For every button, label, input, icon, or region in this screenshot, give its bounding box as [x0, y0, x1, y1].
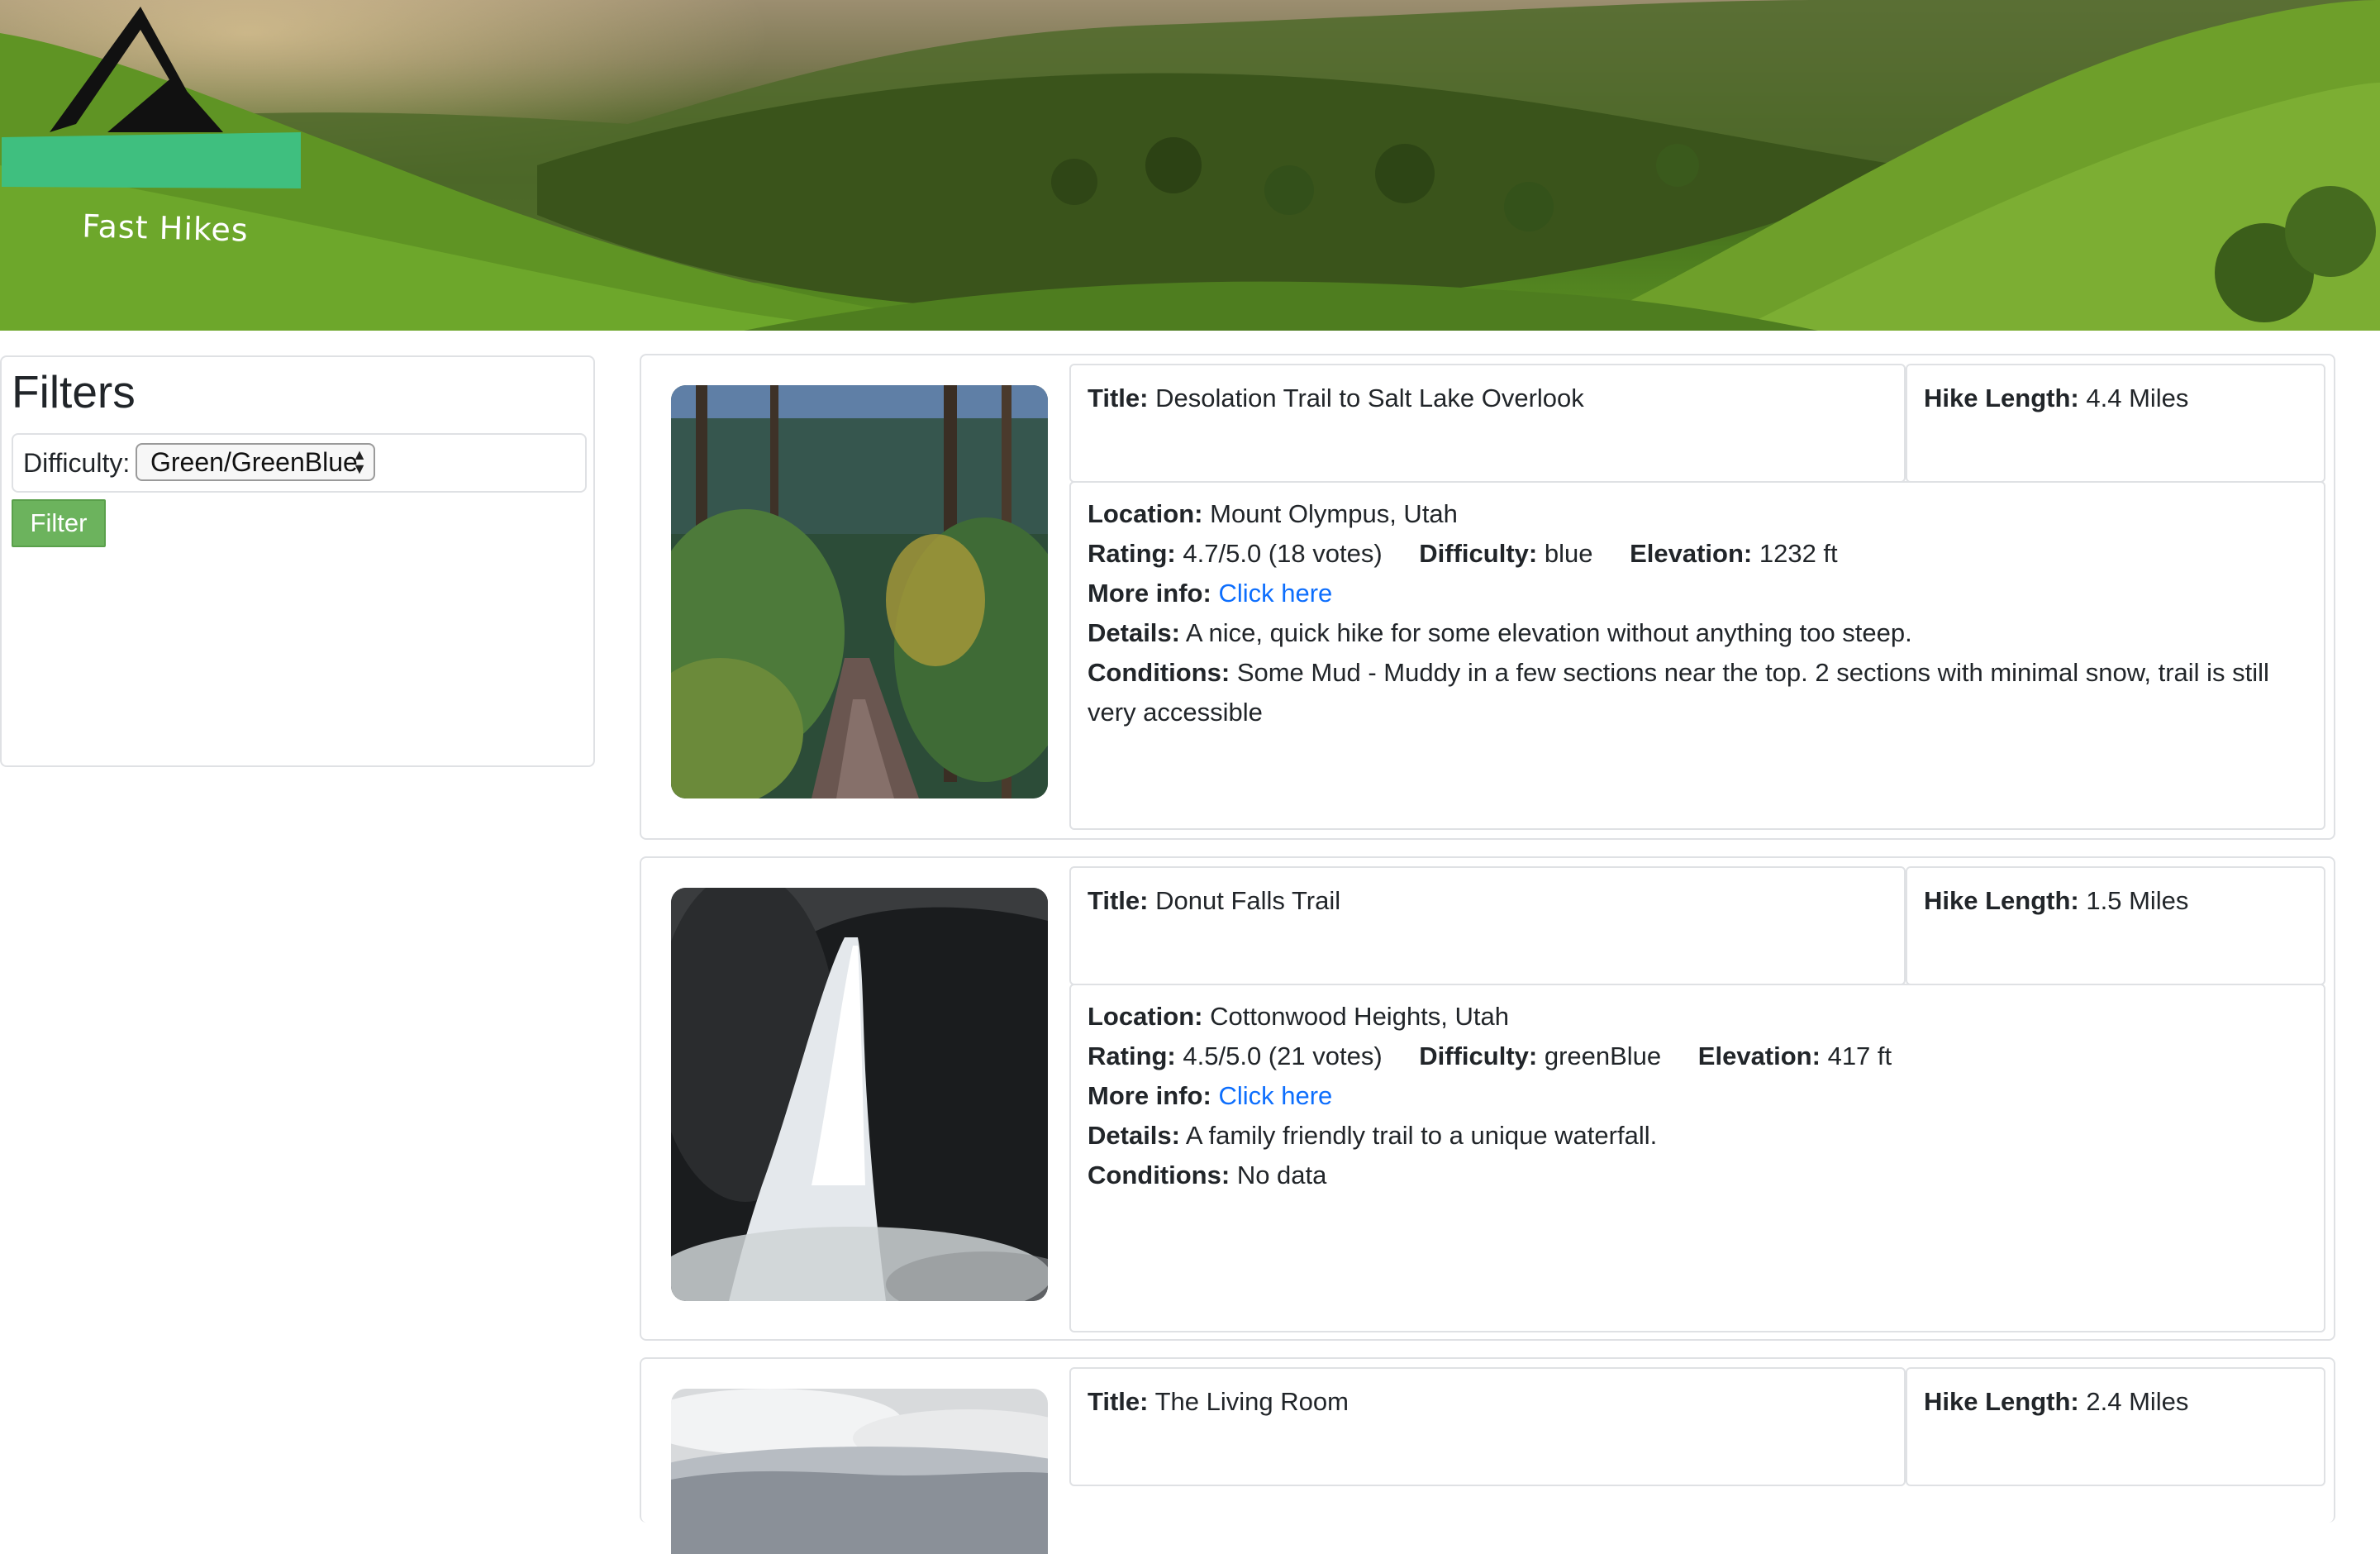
hike-location: Cottonwood Heights, Utah: [1210, 1002, 1509, 1031]
elevation-label: Elevation:: [1697, 1042, 1821, 1070]
hike-image-waterfall[interactable]: [671, 888, 1048, 1301]
more-info-link[interactable]: Click here: [1218, 579, 1332, 608]
hike-card: Title: Desolation Trail to Salt Lake Ove…: [640, 354, 2335, 840]
logo-mountain-icon[interactable]: [0, 0, 302, 195]
hike-location: Mount Olympus, Utah: [1210, 499, 1458, 528]
length-label: Hike Length:: [1924, 886, 2079, 915]
hike-title: The Living Room: [1154, 1387, 1349, 1416]
title-label: Title:: [1088, 384, 1149, 412]
hike-image-mountain-view[interactable]: [671, 1389, 1048, 1554]
elevation-label: Elevation:: [1630, 539, 1753, 568]
hike-details: A family friendly trail to a unique wate…: [1185, 1121, 1658, 1150]
logo-text: Fast Hikes: [81, 207, 250, 249]
hike-title-box: Title: Donut Falls Trail: [1069, 866, 1906, 985]
filter-button[interactable]: Filter: [12, 499, 106, 547]
conditions-label: Conditions:: [1088, 658, 1230, 687]
hike-length-box: Hike Length: 4.4 Miles: [1906, 364, 2325, 483]
difficulty-label: Difficulty:: [23, 448, 131, 478]
hike-title-box: Title: Desolation Trail to Salt Lake Ove…: [1069, 364, 1906, 483]
hike-elevation: 417 ft: [1827, 1042, 1892, 1070]
rating-label: Rating:: [1088, 539, 1176, 568]
filters-panel: Filters Difficulty: Green/GreenBlue ▲ ▼ F…: [0, 355, 595, 767]
hike-rating: 4.5/5.0 (21 votes): [1183, 1042, 1383, 1070]
rating-label: Rating:: [1088, 1042, 1176, 1070]
title-label: Title:: [1088, 886, 1149, 915]
more-info-label: More info:: [1088, 579, 1211, 608]
hike-card: Title: Donut Falls Trail Hike Length: 1.…: [640, 856, 2335, 1341]
more-info-link[interactable]: Click here: [1218, 1081, 1332, 1110]
difficulty-label: Difficulty:: [1419, 539, 1538, 568]
select-arrows-icon: ▲ ▼: [352, 446, 367, 477]
difficulty-select-value: Green/GreenBlue: [150, 447, 358, 477]
hike-title: Desolation Trail to Salt Lake Overlook: [1155, 384, 1584, 412]
location-label: Location:: [1088, 499, 1203, 528]
hike-image-forest-trail[interactable]: [671, 385, 1048, 798]
length-label: Hike Length:: [1924, 384, 2079, 412]
filters-title: Filters: [12, 366, 136, 417]
hike-difficulty: greenBlue: [1544, 1042, 1662, 1070]
banner-landscape-image: [0, 0, 2380, 331]
hike-rating: 4.7/5.0 (18 votes): [1183, 539, 1383, 568]
length-label: Hike Length:: [1924, 1387, 2079, 1416]
more-info-label: More info:: [1088, 1081, 1211, 1110]
hike-card: Title: The Living Room Hike Length: 2.4 …: [640, 1357, 2335, 1554]
hike-elevation: 1232 ft: [1759, 539, 1838, 568]
title-label: Title:: [1088, 1387, 1149, 1416]
conditions-label: Conditions:: [1088, 1161, 1230, 1189]
hike-length-box: Hike Length: 1.5 Miles: [1906, 866, 2325, 985]
hike-difficulty: blue: [1544, 539, 1593, 568]
difficulty-filter-group: Difficulty: Green/GreenBlue ▲ ▼: [12, 433, 587, 493]
header-banner: Fast Hikes: [0, 0, 2380, 331]
hike-title: Donut Falls Trail: [1155, 886, 1341, 915]
hike-length: 2.4 Miles: [2086, 1387, 2189, 1416]
hike-details: A nice, quick hike for some elevation wi…: [1185, 618, 1912, 647]
hike-length-box: Hike Length: 2.4 Miles: [1906, 1367, 2325, 1486]
hike-conditions: Some Mud - Muddy in a few sections near …: [1088, 658, 2269, 727]
details-label: Details:: [1088, 1121, 1180, 1150]
difficulty-select[interactable]: Green/GreenBlue ▲ ▼: [136, 443, 375, 481]
hike-info-box: Location: Mount Olympus, Utah Rating: 4.…: [1069, 481, 2325, 830]
details-label: Details:: [1088, 618, 1180, 647]
hike-conditions: No data: [1236, 1161, 1327, 1189]
hike-length: 4.4 Miles: [2086, 384, 2189, 412]
hike-info-box: Location: Cottonwood Heights, Utah Ratin…: [1069, 984, 2325, 1332]
hike-title-box: Title: The Living Room: [1069, 1367, 1906, 1486]
location-label: Location:: [1088, 1002, 1203, 1031]
difficulty-label: Difficulty:: [1419, 1042, 1538, 1070]
hike-length: 1.5 Miles: [2086, 886, 2189, 915]
